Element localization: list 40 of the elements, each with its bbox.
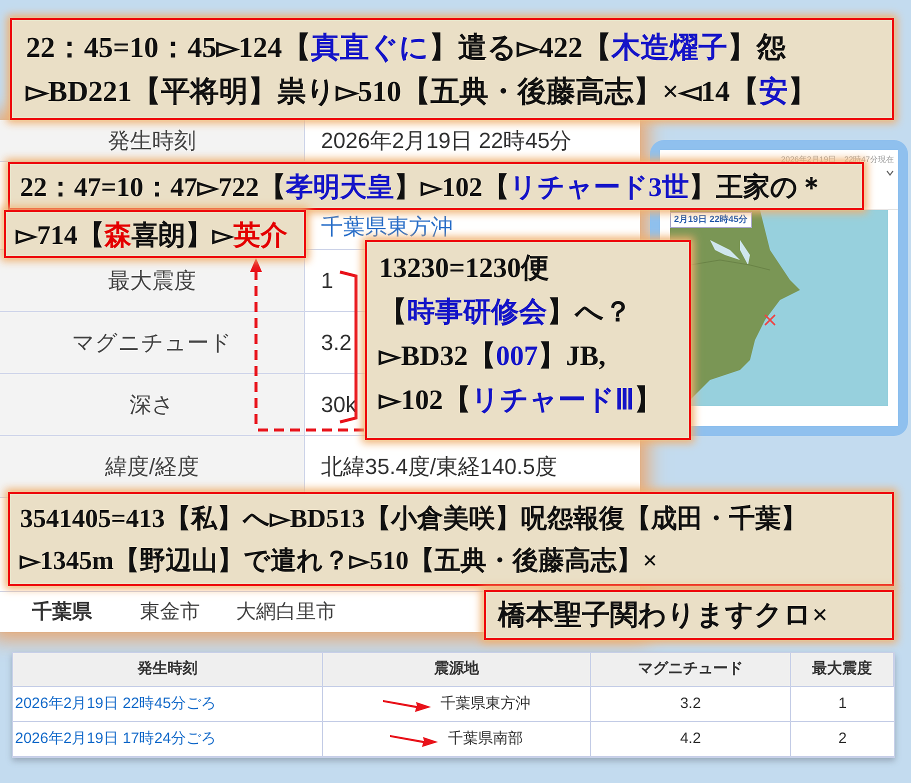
column-header: 最大震度 [812,659,872,680]
column-header: マグニチュード [638,659,743,680]
field-label: 発生時刻 [108,127,196,155]
field-label: マグニチュード [72,329,232,357]
table-cell-text: 1 [838,694,847,714]
annotation-text: ▻102【リチャードⅢ】 [379,384,662,418]
annotation-text: 【時事研修会】へ？ [379,296,632,330]
column-header: 震源地 [434,659,479,680]
field-value: 3.2 [321,329,352,357]
annotation-text: ▻714【森喜朗】▻英介 [16,219,288,252]
annotation-text: ▻BD32【007】JB, [379,340,606,374]
annotation-text: 3541405=413【私】へ▻BD513【小倉美咲】呪怨報復【成田・千葉】 [20,503,807,535]
annotation-text: ▻1345m【野辺山】で遣れ？▻510【五典・後藤高志】× [20,545,658,577]
city-label: 大網白里市 [236,600,336,625]
place-link[interactable]: 千葉県東方沖 [321,210,453,243]
time-link[interactable]: 2026年2月19日 22時45分ごろ [15,692,216,716]
city-label: 東金市 [140,600,200,625]
field-label: 緯度/経度 [104,453,200,481]
column-header: 発生時刻 [138,659,198,680]
table-cell-text: 3.2 [680,694,701,714]
caret-icon[interactable] [886,170,894,176]
table-cell-text: 千葉県南部 [448,728,523,749]
time-link[interactable]: 2026年2月19日 17時24分ごろ [15,728,216,750]
table-cell-text: 千葉県東方沖 [440,694,530,714]
map-time-label: 2月19日 22時45分 [670,212,752,228]
annotation-text: 13230=1230便 [379,252,549,286]
annotation-text: 橋本聖子関わりますクロ× [498,599,828,633]
field-value: 30k [321,391,356,419]
field-value: 1 [321,267,334,295]
field-value: 2026年2月19日 22時45分 [321,127,572,155]
table-cell-text: 4.2 [680,728,701,749]
annotation-text: 22：47=10：47▻722【孝明天皇】▻102【リチャード3世】王家の＊ [20,171,825,204]
annotation-text: 22：45=10：45▻124【真直ぐに】遣る▻422【木造燿子】怨 [26,31,786,66]
table-cell-text: 2 [838,728,847,749]
field-label: 最大震度 [108,267,196,295]
prefecture-label: 千葉県 [32,600,92,625]
field-value: 北緯35.4度/東経140.5度 [321,453,557,481]
annotation-text: ▻BD221【平将明】祟り▻510【五典・後藤高志】×◅14【安】 [26,74,817,110]
field-label: 深さ [130,391,174,419]
epicenter-marker-icon [764,314,776,326]
